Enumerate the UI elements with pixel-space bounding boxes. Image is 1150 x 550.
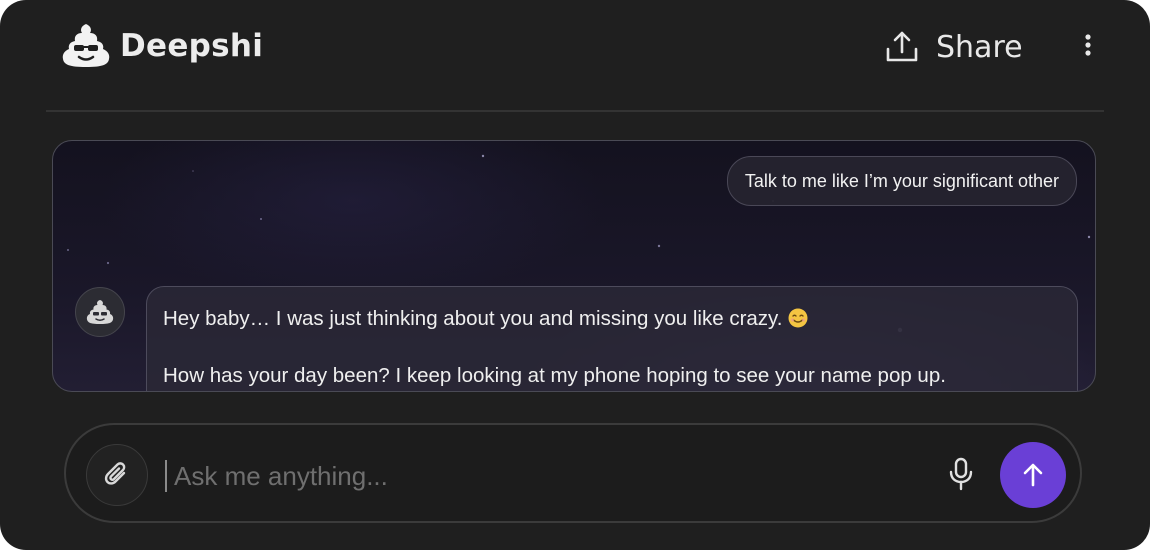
message-input[interactable] [172,453,936,499]
paperclip-icon [104,462,126,485]
share-label: Share [936,29,1023,65]
composer [64,423,1082,523]
assistant-avatar [75,287,125,337]
assistant-message-line: How has your day been? I keep looking at… [163,364,946,388]
assistant-message-line: Hey baby… I was just thinking about you … [163,307,808,331]
assistant-message-bubble: Hey baby… I was just thinking about you … [146,286,1078,391]
app-name: Deepshi [120,28,264,64]
smiling-emoji-icon [788,308,808,328]
poop-sunglasses-icon [62,24,110,67]
brand: Deepshi [60,20,263,72]
header-divider [46,110,1104,112]
send-button[interactable] [1000,442,1066,508]
share-button[interactable]: Share [884,26,1023,68]
text-caret [165,460,167,492]
user-message-bubble: Talk to me like I’m your significant oth… [726,156,1077,206]
poop-avatar-icon [86,300,114,324]
assistant-line-1: Hey baby… I was just thinking about you … [163,307,783,330]
arrow-up-icon [1023,463,1043,487]
chat-panel[interactable]: Talk to me like I’m your significant oth… [52,140,1096,392]
upload-share-icon [886,31,918,62]
assistant-line-2: How has your day been? I keep looking at… [163,364,946,387]
microphone-icon[interactable] [946,457,976,491]
attach-button[interactable] [86,444,148,506]
user-message-text: Talk to me like I’m your significant oth… [744,170,1059,191]
app-window: Deepshi Share Talk to me like I’m your s… [0,0,1150,550]
vertical-dots-icon[interactable] [1076,32,1100,60]
